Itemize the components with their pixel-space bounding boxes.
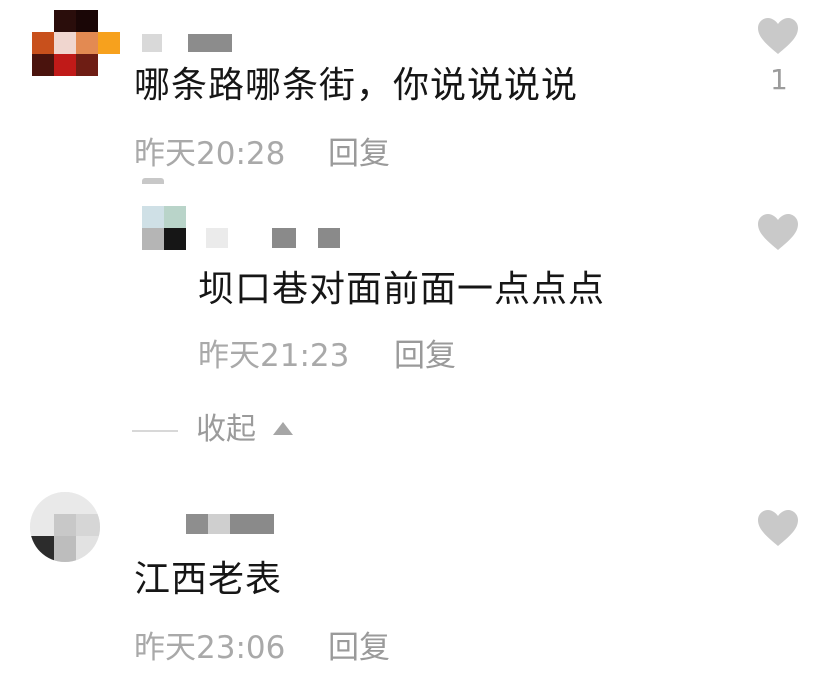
like-count: 1 — [770, 63, 788, 96]
reply-button[interactable]: 回复 — [328, 630, 390, 666]
caret-up-icon[interactable] — [273, 422, 293, 435]
avatar[interactable] — [142, 206, 186, 250]
reply-button[interactable]: 回复 — [328, 136, 390, 172]
heart-icon[interactable] — [756, 212, 800, 252]
comment-time: 昨天23:06 — [134, 630, 286, 666]
avatar[interactable] — [30, 492, 100, 562]
divider-fragment — [142, 178, 164, 184]
reply-button[interactable]: 回复 — [394, 338, 456, 374]
divider — [132, 430, 178, 432]
heart-icon[interactable] — [756, 16, 800, 56]
comment-text: 坝口巷对面前面一点点点 — [198, 269, 606, 310]
collapse-label[interactable]: 收起 — [196, 412, 256, 448]
avatar[interactable] — [32, 10, 122, 76]
comment-text: 江西老表 — [134, 559, 283, 600]
comment-time: 昨天21:23 — [198, 338, 350, 374]
username-redacted — [186, 514, 274, 534]
comment-time: 昨天20:28 — [134, 136, 286, 172]
heart-icon[interactable] — [756, 508, 800, 548]
username-redacted — [206, 228, 346, 248]
comment-text: 哪条路哪条街，你说说说说 — [134, 65, 579, 106]
username-redacted — [142, 34, 232, 52]
